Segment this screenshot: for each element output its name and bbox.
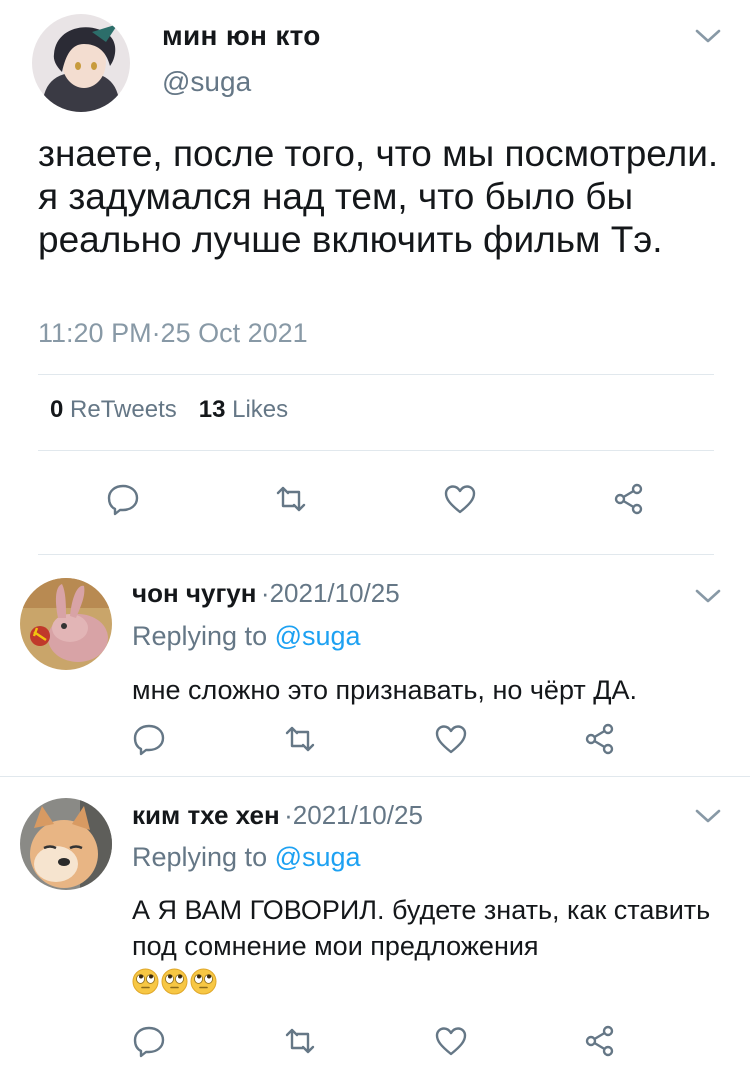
display-name[interactable]: чон чугун — [132, 578, 256, 608]
like-icon[interactable] — [434, 722, 468, 756]
reply-text-container: А Я ВАМ ГОВОРИЛ. будете знать, как стави… — [132, 892, 736, 1000]
retweets-count: 0 — [50, 396, 64, 423]
chevron-down-icon[interactable] — [694, 28, 722, 46]
retweet-icon[interactable] — [274, 482, 308, 516]
reply-date[interactable]: ·2021/10/25 — [261, 578, 400, 608]
replying-to-label: Replying to — [132, 842, 275, 872]
reply-header: чон чугун ·2021/10/25 — [132, 578, 400, 609]
likes-stat[interactable]: 13 Likes — [199, 396, 288, 423]
mention-link[interactable]: @suga — [275, 842, 361, 872]
replying-to-label: Replying to — [132, 621, 275, 651]
divider — [0, 776, 750, 777]
reply-text: мне сложно это признавать, но чёрт ДА. — [132, 675, 638, 705]
avatar[interactable] — [32, 14, 130, 112]
retweets-stat[interactable]: 0 ReTweets — [50, 396, 177, 423]
reply-icon[interactable] — [106, 482, 140, 516]
replying-to: Replying to @suga — [132, 621, 361, 652]
display-name[interactable]: ким тхе хен — [132, 800, 280, 830]
like-icon[interactable] — [443, 482, 477, 516]
divider — [38, 374, 714, 375]
display-name[interactable]: мин юн кто — [162, 20, 321, 52]
reply-text: А Я ВАМ ГОВОРИЛ. будете знать, как стави… — [132, 895, 711, 961]
share-icon[interactable] — [612, 482, 646, 516]
retweet-icon[interactable] — [283, 1024, 317, 1058]
rolling-eyes-emoji — [132, 968, 159, 995]
rolling-eyes-emoji — [190, 968, 217, 995]
share-icon[interactable] — [583, 722, 617, 756]
likes-count: 13 — [198, 396, 226, 423]
retweet-icon[interactable] — [283, 722, 317, 756]
emoji-group — [132, 967, 219, 997]
reply-icon[interactable] — [132, 1024, 166, 1058]
chevron-down-icon[interactable] — [694, 588, 722, 606]
timestamp[interactable]: 11:20 PM·25 Oct 2021 — [38, 318, 308, 349]
share-icon[interactable] — [583, 1024, 617, 1058]
like-icon[interactable] — [434, 1024, 468, 1058]
chevron-down-icon[interactable] — [694, 808, 722, 826]
avatar[interactable] — [20, 798, 112, 890]
replying-to: Replying to @suga — [132, 842, 361, 873]
likes-label: Likes — [232, 396, 289, 423]
divider — [38, 554, 714, 555]
user-handle[interactable]: @suga — [162, 66, 251, 98]
mention-link[interactable]: @suga — [275, 621, 361, 651]
retweets-label: ReTweets — [70, 396, 177, 423]
rolling-eyes-emoji — [161, 968, 188, 995]
tweet-stats: 0 ReTweets 13 Likes — [50, 396, 288, 424]
reply-header: ким тхе хен ·2021/10/25 — [132, 800, 423, 831]
reply-date[interactable]: ·2021/10/25 — [284, 800, 423, 830]
reply-icon[interactable] — [132, 722, 166, 756]
avatar[interactable] — [20, 578, 112, 670]
tweet-text: знаете, после того, что мы посмотрели. я… — [38, 133, 719, 260]
divider — [38, 450, 714, 451]
